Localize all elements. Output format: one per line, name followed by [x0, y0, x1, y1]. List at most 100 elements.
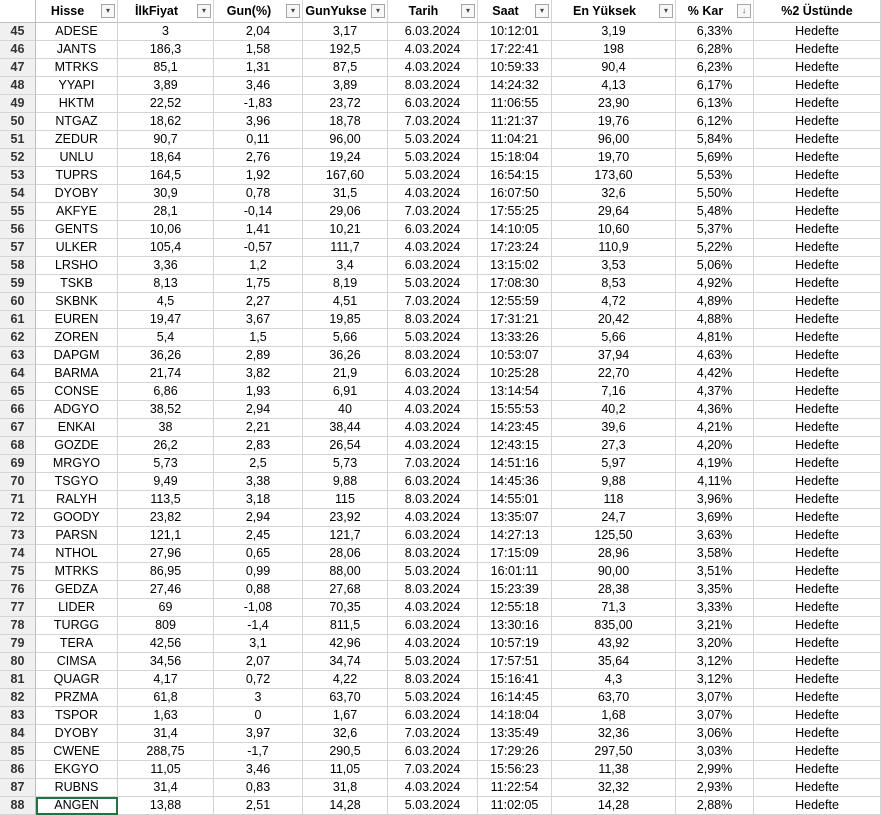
table-cell[interactable]: 3,20% — [676, 635, 754, 653]
table-cell[interactable]: 3,07% — [676, 707, 754, 725]
table-cell[interactable]: Hedefte — [754, 599, 881, 617]
table-cell[interactable]: 6,13% — [676, 95, 754, 113]
table-cell[interactable]: 19,47 — [118, 311, 214, 329]
table-cell[interactable]: 87,5 — [303, 59, 388, 77]
table-cell[interactable]: Hedefte — [754, 239, 881, 257]
table-cell[interactable]: 31,5 — [303, 185, 388, 203]
table-cell[interactable]: 121,7 — [303, 527, 388, 545]
table-cell[interactable]: 4,42% — [676, 365, 754, 383]
table-cell[interactable]: Hedefte — [754, 689, 881, 707]
table-cell[interactable]: 27,3 — [552, 437, 676, 455]
table-cell[interactable]: 9,49 — [118, 473, 214, 491]
table-cell[interactable]: 96,00 — [303, 131, 388, 149]
table-cell[interactable]: Hedefte — [754, 275, 881, 293]
row-number[interactable]: 50 — [0, 113, 36, 131]
row-number[interactable]: 88 — [0, 797, 36, 815]
table-cell[interactable]: Hedefte — [754, 671, 881, 689]
table-cell[interactable]: 4,88% — [676, 311, 754, 329]
table-cell[interactable]: 26,54 — [303, 437, 388, 455]
table-cell[interactable]: 6.03.2024 — [388, 257, 478, 275]
table-cell[interactable]: 11:06:55 — [478, 95, 552, 113]
table-cell[interactable]: 1,92 — [214, 167, 303, 185]
table-cell[interactable]: 3,35% — [676, 581, 754, 599]
table-cell[interactable]: Hedefte — [754, 347, 881, 365]
table-cell[interactable]: Hedefte — [754, 95, 881, 113]
table-cell[interactable]: 1,68 — [552, 707, 676, 725]
row-number[interactable]: 80 — [0, 653, 36, 671]
table-cell[interactable]: -0,14 — [214, 203, 303, 221]
row-number[interactable]: 46 — [0, 41, 36, 59]
table-cell[interactable]: HKTM — [36, 95, 118, 113]
table-cell[interactable]: 7.03.2024 — [388, 455, 478, 473]
table-cell[interactable]: 4,89% — [676, 293, 754, 311]
table-cell[interactable]: 6.03.2024 — [388, 707, 478, 725]
table-cell[interactable]: 34,74 — [303, 653, 388, 671]
table-cell[interactable]: 0,72 — [214, 671, 303, 689]
table-cell[interactable]: 3,06% — [676, 725, 754, 743]
column-header[interactable]: İlkFiyat ▾ — [118, 0, 214, 23]
column-header[interactable]: Tarih ▾ — [388, 0, 478, 23]
table-cell[interactable]: Hedefte — [754, 473, 881, 491]
table-cell[interactable]: Hedefte — [754, 761, 881, 779]
table-cell[interactable]: GEDZA — [36, 581, 118, 599]
table-cell[interactable]: 4,11% — [676, 473, 754, 491]
table-cell[interactable]: 835,00 — [552, 617, 676, 635]
table-cell[interactable]: 11,05 — [118, 761, 214, 779]
table-cell[interactable]: Hedefte — [754, 23, 881, 41]
table-cell[interactable]: TSKB — [36, 275, 118, 293]
table-cell[interactable]: 10,60 — [552, 221, 676, 239]
table-cell[interactable]: 1,75 — [214, 275, 303, 293]
row-number[interactable]: 73 — [0, 527, 36, 545]
table-cell[interactable]: 4,21% — [676, 419, 754, 437]
table-cell[interactable]: 5,48% — [676, 203, 754, 221]
table-cell[interactable]: RALYH — [36, 491, 118, 509]
table-cell[interactable]: 6,12% — [676, 113, 754, 131]
table-cell[interactable]: 34,56 — [118, 653, 214, 671]
column-header[interactable]: En Yüksek ▾ — [552, 0, 676, 23]
row-number[interactable]: 63 — [0, 347, 36, 365]
table-cell[interactable]: 2,51 — [214, 797, 303, 815]
table-cell[interactable]: 6,23% — [676, 59, 754, 77]
table-cell[interactable]: 13:35:07 — [478, 509, 552, 527]
table-cell[interactable]: 10:57:19 — [478, 635, 552, 653]
table-cell[interactable]: Hedefte — [754, 383, 881, 401]
table-cell[interactable]: 6.03.2024 — [388, 473, 478, 491]
table-cell[interactable]: 14,28 — [303, 797, 388, 815]
row-number[interactable]: 85 — [0, 743, 36, 761]
table-cell[interactable]: 5,73 — [303, 455, 388, 473]
table-cell[interactable]: 17:23:24 — [478, 239, 552, 257]
table-cell[interactable]: 6,86 — [118, 383, 214, 401]
table-cell[interactable]: 16:01:11 — [478, 563, 552, 581]
table-cell[interactable]: 3,38 — [214, 473, 303, 491]
table-cell[interactable]: 0 — [214, 707, 303, 725]
table-cell[interactable]: 4,72 — [552, 293, 676, 311]
table-cell[interactable]: 36,26 — [303, 347, 388, 365]
table-cell[interactable]: 17:08:30 — [478, 275, 552, 293]
table-cell[interactable]: 1,31 — [214, 59, 303, 77]
row-number[interactable]: 47 — [0, 59, 36, 77]
row-number[interactable]: 87 — [0, 779, 36, 797]
row-number[interactable]: 82 — [0, 689, 36, 707]
table-cell[interactable]: 2,04 — [214, 23, 303, 41]
table-cell[interactable]: JANTS — [36, 41, 118, 59]
table-cell[interactable]: 23,92 — [303, 509, 388, 527]
table-cell[interactable]: 3,89 — [303, 77, 388, 95]
row-number[interactable]: 78 — [0, 617, 36, 635]
row-number[interactable]: 57 — [0, 239, 36, 257]
table-cell[interactable]: 164,5 — [118, 167, 214, 185]
row-number[interactable]: 68 — [0, 437, 36, 455]
table-cell[interactable]: 7.03.2024 — [388, 761, 478, 779]
table-cell[interactable]: 71,3 — [552, 599, 676, 617]
table-cell[interactable]: 13:15:02 — [478, 257, 552, 275]
row-number[interactable]: 49 — [0, 95, 36, 113]
table-cell[interactable]: TUPRS — [36, 167, 118, 185]
table-cell[interactable]: TSGYO — [36, 473, 118, 491]
table-cell[interactable]: ULKER — [36, 239, 118, 257]
table-cell[interactable]: 4,92% — [676, 275, 754, 293]
row-number[interactable]: 71 — [0, 491, 36, 509]
table-cell[interactable]: 38 — [118, 419, 214, 437]
table-cell[interactable]: ADESE — [36, 23, 118, 41]
table-cell[interactable]: 121,1 — [118, 527, 214, 545]
table-cell[interactable]: 90,4 — [552, 59, 676, 77]
table-cell[interactable]: 7.03.2024 — [388, 203, 478, 221]
